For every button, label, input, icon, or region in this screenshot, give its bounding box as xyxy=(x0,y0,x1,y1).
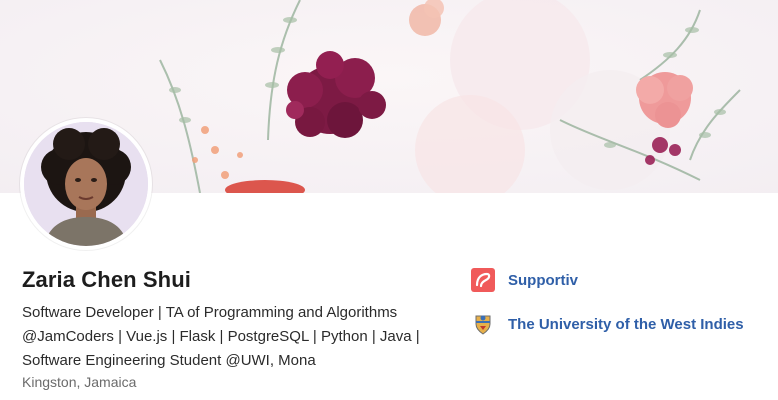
uwi-crest-icon xyxy=(471,312,495,336)
profile-headline: Software Developer | TA of Programming a… xyxy=(22,301,442,373)
affiliation-supportiv[interactable]: Supportiv xyxy=(471,268,578,292)
profile-location: Kingston, Jamaica xyxy=(22,374,137,390)
affiliation-label: Supportiv xyxy=(508,271,578,289)
headline-line: @JamCoders | Vue.js | Flask | PostgreSQL… xyxy=(22,328,420,345)
profile-name: Zaria Chen Shui xyxy=(22,267,191,292)
headline-line: Software Developer | TA of Programming a… xyxy=(22,304,398,321)
affiliation-uwi[interactable]: The University of the West Indies xyxy=(471,312,744,336)
avatar[interactable] xyxy=(24,122,148,246)
profile-photo xyxy=(24,122,148,246)
headline-line: Software Engineering Student @UWI, Mona xyxy=(22,352,316,369)
supportiv-logo-icon xyxy=(471,268,495,292)
affiliation-label: The University of the West Indies xyxy=(508,315,744,333)
